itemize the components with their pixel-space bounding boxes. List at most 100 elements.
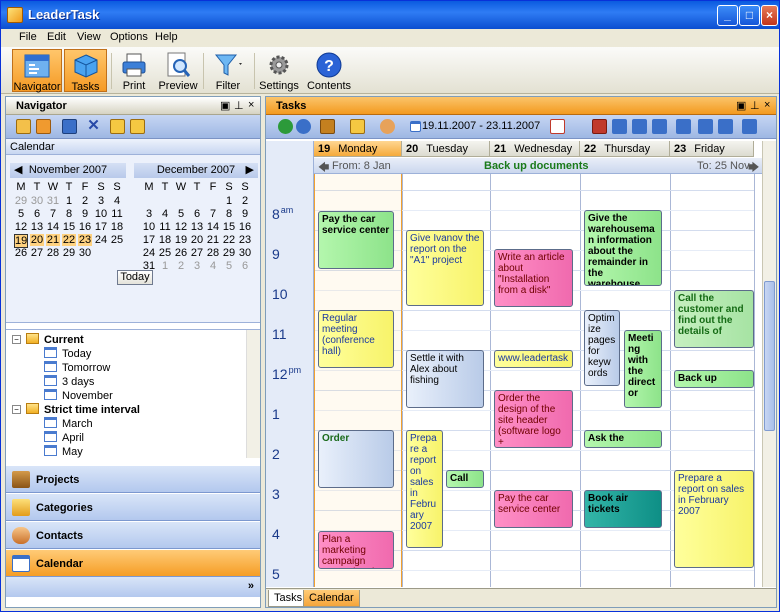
pane-restore-icon[interactable]: ▣ bbox=[220, 99, 230, 112]
calendar-day[interactable]: 30 bbox=[238, 247, 252, 259]
event-regular-meeting[interactable]: Regular meeting (conference hall) bbox=[318, 310, 394, 368]
calendar-day[interactable]: 2 bbox=[238, 195, 252, 207]
calendar-day[interactable]: 23 bbox=[78, 234, 92, 246]
calendar-day[interactable]: 17 bbox=[142, 234, 156, 246]
calendar-day[interactable]: 29 bbox=[62, 247, 76, 259]
calendar-day[interactable]: 31 bbox=[46, 195, 60, 207]
calendar-day[interactable]: 26 bbox=[174, 247, 188, 259]
day-header[interactable]: 20 Tuesday bbox=[402, 141, 490, 157]
event-settle-alex[interactable]: Settle it with Alex about fishing bbox=[406, 350, 484, 408]
tree-item[interactable]: March bbox=[44, 417, 93, 430]
calendar-day[interactable]: 30 bbox=[78, 247, 92, 259]
contents-button[interactable]: ? Contents bbox=[306, 49, 352, 92]
tasks-button[interactable]: Tasks bbox=[64, 49, 107, 93]
calendar-day[interactable]: 13 bbox=[30, 221, 44, 233]
section-projects[interactable]: Projects bbox=[6, 465, 260, 493]
pane-pin-icon[interactable]: ⊥ bbox=[750, 99, 760, 112]
briefcase-filter-icon[interactable] bbox=[320, 119, 335, 134]
event-pay-car-service-2[interactable]: Pay the car service center bbox=[494, 490, 573, 528]
section-calendar[interactable]: Calendar bbox=[6, 549, 260, 577]
section-contacts[interactable]: Contacts bbox=[6, 521, 260, 549]
event-pay-car-service[interactable]: Pay the car service center bbox=[318, 211, 394, 269]
paste-task-icon[interactable] bbox=[652, 119, 667, 134]
calendar-day[interactable]: 10 bbox=[94, 208, 108, 220]
navigator-button[interactable]: Navigator bbox=[12, 49, 62, 93]
paste-icon[interactable] bbox=[742, 119, 757, 134]
move-down-icon[interactable] bbox=[110, 119, 125, 134]
section-categories[interactable]: Categories bbox=[6, 493, 260, 521]
today-button[interactable]: Today bbox=[117, 270, 153, 285]
calendar-day[interactable]: 29 bbox=[222, 247, 236, 259]
calendar-day[interactable]: 30 bbox=[30, 195, 44, 207]
calendar-day[interactable]: 24 bbox=[94, 234, 108, 246]
tree-item[interactable]: November bbox=[44, 389, 113, 402]
day-header[interactable]: 21 Wednesday bbox=[490, 141, 580, 157]
menu-view[interactable]: View bbox=[77, 31, 101, 43]
scrollbar-thumb[interactable] bbox=[764, 281, 775, 431]
copy-icon[interactable] bbox=[718, 119, 733, 134]
calendar-day[interactable]: 18 bbox=[110, 221, 124, 233]
calendar-day[interactable]: 22 bbox=[222, 234, 236, 246]
tree-item[interactable]: April bbox=[44, 431, 84, 444]
move-up-icon[interactable] bbox=[130, 119, 145, 134]
folder-filter-icon[interactable] bbox=[350, 119, 365, 134]
calendar-day[interactable]: 15 bbox=[62, 221, 76, 233]
calendar-day[interactable]: 27 bbox=[190, 247, 204, 259]
event-plan-marketing[interactable]: Plan a marketing campaign promoting the bbox=[318, 531, 394, 569]
tree-scrollbar[interactable] bbox=[246, 330, 260, 458]
event-order[interactable]: Order bbox=[318, 430, 394, 488]
calendar-day[interactable]: 19 bbox=[14, 234, 28, 248]
week-view-icon[interactable] bbox=[550, 119, 565, 134]
print-button[interactable]: Print bbox=[115, 49, 153, 92]
calendar-day[interactable]: 2 bbox=[78, 195, 92, 207]
calendar-day[interactable]: 28 bbox=[206, 247, 220, 259]
calendar-day[interactable]: 6 bbox=[30, 208, 44, 220]
prev-month-arrow-icon[interactable]: ◀ bbox=[14, 163, 22, 178]
collapse-toggle-icon[interactable]: − bbox=[12, 335, 21, 344]
pane-pin-icon[interactable]: ⊥ bbox=[234, 99, 244, 112]
calendar-day[interactable]: 13 bbox=[190, 221, 204, 233]
calendar-day[interactable]: 10 bbox=[142, 221, 156, 233]
calendar-day[interactable]: 6 bbox=[238, 260, 252, 272]
event-give-ivanov-report[interactable]: Give Ivanov the report on the "A1" proje… bbox=[406, 230, 484, 306]
calendar-day[interactable]: 3 bbox=[190, 260, 204, 272]
event-leadertask-site[interactable]: www.leadertask bbox=[494, 350, 573, 368]
pane-close-icon[interactable]: × bbox=[764, 99, 770, 111]
calendar-day[interactable]: 16 bbox=[238, 221, 252, 233]
calendar-day[interactable]: 12 bbox=[14, 221, 28, 233]
menu-options[interactable]: Options bbox=[110, 31, 148, 43]
calendar-day[interactable]: 17 bbox=[94, 221, 108, 233]
tree-item[interactable]: 3 days bbox=[44, 375, 94, 388]
calendar-day[interactable]: 1 bbox=[62, 195, 76, 207]
close-button[interactable]: × bbox=[761, 5, 778, 26]
calendar-day[interactable]: 4 bbox=[206, 260, 220, 272]
next-month-arrow-icon[interactable]: ▶ bbox=[246, 163, 254, 178]
calendar-day[interactable]: 5 bbox=[14, 208, 28, 220]
calendar-day[interactable]: 9 bbox=[238, 208, 252, 220]
calendar-day[interactable]: 25 bbox=[110, 234, 124, 246]
event-optimize-pages[interactable]: Optimize pages for keywords bbox=[584, 310, 620, 386]
print-task-icon[interactable] bbox=[676, 119, 691, 134]
pane-close-icon[interactable]: × bbox=[248, 99, 254, 111]
calendar-day[interactable]: 7 bbox=[206, 208, 220, 220]
event-call-customer[interactable]: Call the customer and find out the detai… bbox=[674, 290, 754, 348]
maximize-button[interactable]: □ bbox=[739, 5, 760, 26]
event-order-design[interactable]: Order the design of the site header (sof… bbox=[494, 390, 573, 448]
calendar-day[interactable]: 29 bbox=[14, 195, 28, 207]
calendar-day[interactable]: 3 bbox=[142, 208, 156, 220]
calendar-day[interactable]: 23 bbox=[238, 234, 252, 246]
tab-calendar[interactable]: Calendar bbox=[303, 590, 360, 607]
calendar-day[interactable]: 4 bbox=[110, 195, 124, 207]
pane-restore-icon[interactable]: ▣ bbox=[736, 99, 746, 112]
calendar-day[interactable]: 19 bbox=[174, 234, 188, 246]
all-day-task[interactable]: 🡄 From: 8 Jan Back up documents To: 25 N… bbox=[314, 158, 762, 174]
calendar-day[interactable]: 12 bbox=[174, 221, 188, 233]
event-prepare-report-sales[interactable]: Prepare a report on sales in February 20… bbox=[406, 430, 443, 548]
calendar-scrollbar[interactable] bbox=[762, 141, 776, 587]
calendar-day[interactable]: 15 bbox=[222, 221, 236, 233]
minimize-button[interactable]: _ bbox=[717, 5, 738, 26]
properties-icon[interactable] bbox=[62, 119, 77, 134]
edit-icon[interactable] bbox=[16, 119, 31, 134]
event-back-up[interactable]: Back up bbox=[674, 370, 754, 388]
calendar-day[interactable]: 20 bbox=[190, 234, 204, 246]
